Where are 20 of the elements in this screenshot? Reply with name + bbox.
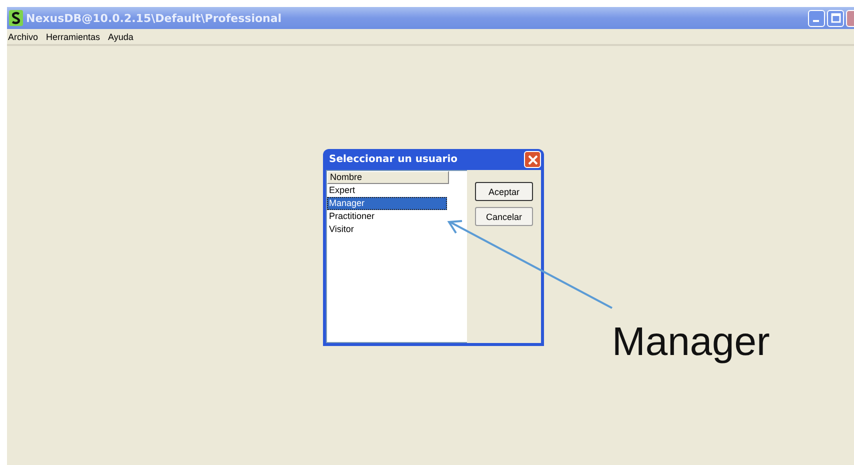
dialog-title: Seleccionar un usuario: [329, 154, 458, 165]
user-item[interactable]: Practitioner: [327, 210, 447, 223]
accept-button[interactable]: Aceptar: [475, 182, 533, 201]
user-item[interactable]: Expert: [327, 184, 447, 197]
menu-item[interactable]: Herramientas: [46, 32, 100, 42]
close-button[interactable]: [846, 10, 854, 26]
close-icon: [528, 154, 538, 164]
close-button[interactable]: [524, 151, 541, 168]
maximize-icon: [830, 13, 840, 23]
window-title: NexusDB@10.0.2.15\Default\Professional: [26, 12, 282, 24]
minimize-button[interactable]: [808, 10, 825, 26]
column-header[interactable]: Nombre: [327, 171, 449, 184]
s-logo-icon: [9, 10, 23, 26]
menu-item[interactable]: Ayuda: [108, 32, 134, 42]
user-item[interactable]: Visitor: [327, 223, 447, 236]
annotation-label: Manager: [612, 320, 770, 365]
maximize-button[interactable]: [827, 10, 844, 26]
menu-item[interactable]: Archivo: [8, 32, 38, 42]
user-item[interactable]: Manager: [327, 197, 447, 210]
cancel-button[interactable]: Cancelar: [475, 207, 533, 226]
